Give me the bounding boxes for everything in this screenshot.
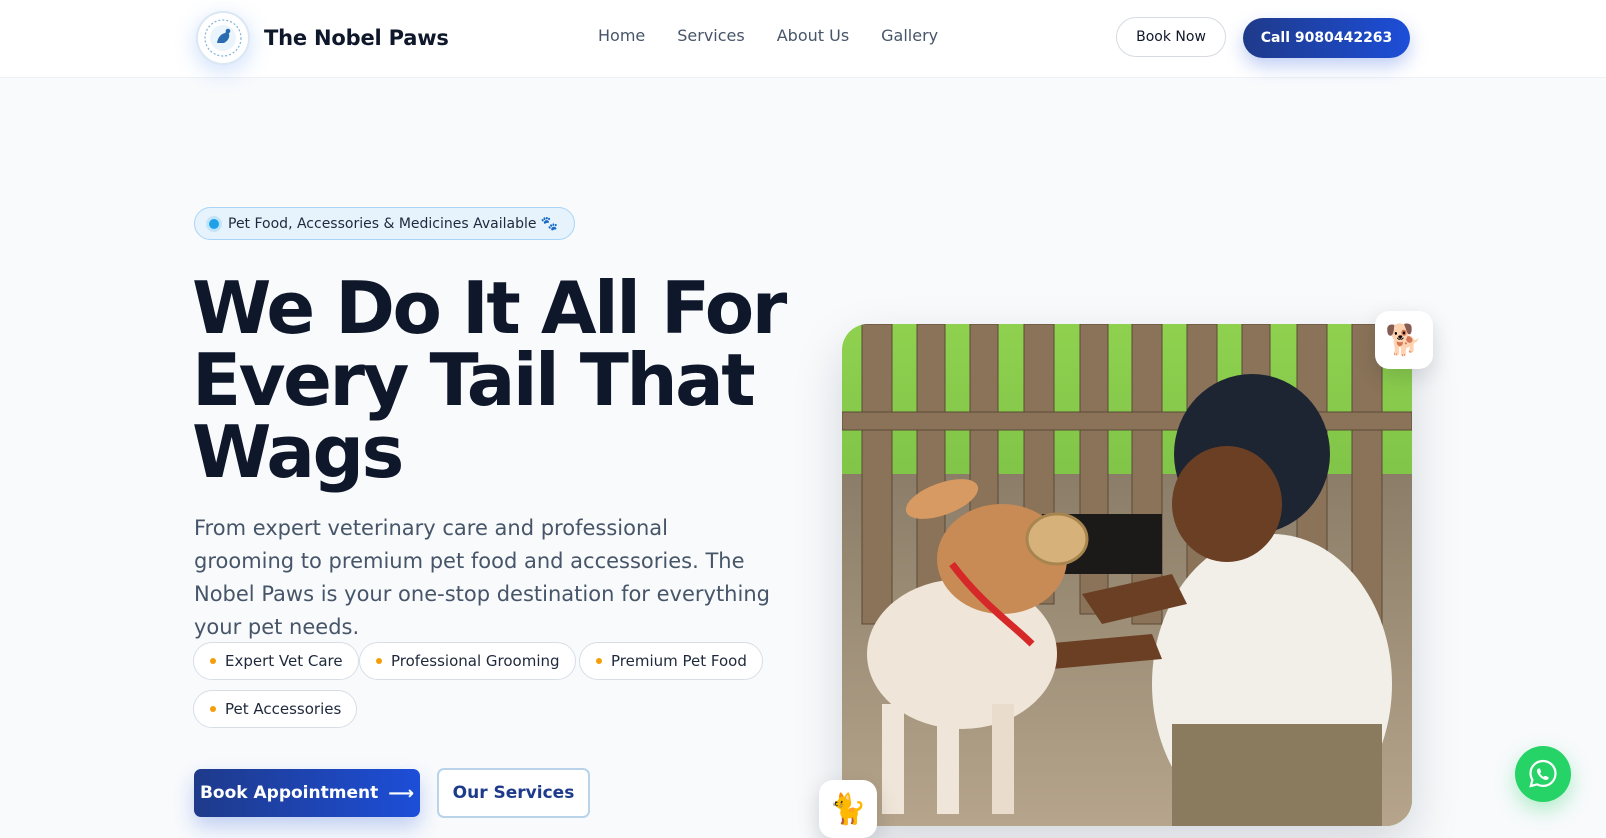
whatsapp-icon[interactable] [1515, 746, 1571, 802]
navbar: The Nobel Paws Home Services About Us Ga… [0, 0, 1606, 78]
dog-badge-icon: 🐕 [1375, 311, 1433, 369]
brand[interactable]: The Nobel Paws [196, 11, 449, 65]
nav-link-about-us[interactable]: About Us [777, 26, 849, 45]
feature-chip-grooming: Professional Grooming [359, 642, 576, 680]
cat-badge-icon: 🐈 [819, 780, 877, 838]
our-services-button[interactable]: Our Services [437, 768, 590, 818]
hero-description: From expert veterinary care and professi… [194, 516, 770, 639]
feature-chip-pet-food: Premium Pet Food [579, 642, 763, 680]
paw-logo-icon [196, 11, 250, 65]
feature-chip-vet-care: Expert Vet Care [193, 642, 359, 680]
nav-link-home[interactable]: Home [598, 26, 645, 45]
chip-label: Professional Grooming [391, 652, 560, 670]
nav-link-services[interactable]: Services [677, 26, 744, 45]
nav-link-gallery[interactable]: Gallery [881, 26, 938, 45]
paw-icon: 🐾 [540, 215, 558, 232]
availability-badge: Pet Food, Accessories & Medicines Availa… [194, 207, 575, 240]
chip-label: Pet Accessories [225, 700, 342, 718]
chip-label: Expert Vet Care [225, 652, 343, 670]
hero-photo [842, 324, 1412, 826]
chip-dot [210, 658, 216, 664]
hero-headline: We Do It All For Every Tail That Wags [192, 272, 792, 488]
headline-line-2: Every Tail That [192, 338, 756, 422]
brand-name: The Nobel Paws [264, 26, 449, 50]
feature-chip-accessories: Pet Accessories [193, 690, 358, 728]
badge-dot [209, 218, 219, 229]
book-now-button[interactable]: Book Now [1116, 17, 1226, 57]
chip-dot [376, 658, 382, 664]
chip-label: Premium Pet Food [611, 652, 747, 670]
chip-dot [596, 658, 602, 664]
badge-text: Pet Food, Accessories & Medicines Availa… [228, 215, 537, 232]
headline-line-1: We Do It All For [192, 266, 787, 350]
arrow-right-icon: ⟶ [388, 782, 415, 804]
headline-line-3: Wags [192, 410, 404, 494]
call-button[interactable]: Call 9080442263 [1243, 18, 1410, 58]
book-appointment-label: Book Appointment [199, 783, 379, 803]
chip-dot [210, 706, 216, 712]
main-menu: Home Services About Us Gallery [598, 26, 938, 45]
book-appointment-button[interactable]: Book Appointment ⟶ [194, 769, 420, 817]
